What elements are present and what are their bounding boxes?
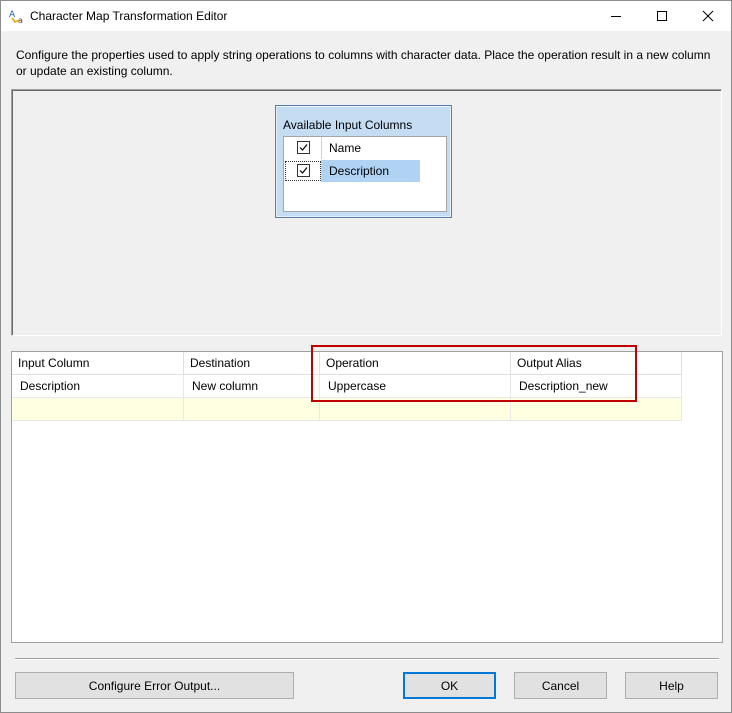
minimize-icon: [611, 16, 621, 17]
configure-error-output-button[interactable]: Configure Error Output...: [15, 672, 294, 699]
column-item-label: Name: [329, 141, 362, 155]
minimize-button[interactable]: [593, 1, 639, 31]
column-checkbox-name[interactable]: [297, 141, 310, 154]
cell-output-alias[interactable]: Description_new: [511, 375, 682, 398]
header-destination[interactable]: Destination: [184, 352, 320, 375]
new-cell-destination[interactable]: [184, 398, 320, 421]
new-cell-operation[interactable]: [320, 398, 511, 421]
available-columns-list: Name Description: [283, 136, 447, 212]
available-input-columns-box: Available Input Columns Name Description: [275, 105, 452, 218]
close-icon: [702, 10, 714, 22]
checkmark-icon: [299, 167, 308, 174]
column-designer-panel: Available Input Columns Name Description: [11, 89, 722, 336]
window-title: Character Map Transformation Editor: [30, 9, 228, 23]
checkbox-cell: [284, 137, 322, 159]
cell-input-column[interactable]: Description: [12, 375, 184, 398]
maximize-button[interactable]: [639, 1, 685, 31]
header-input-column[interactable]: Input Column: [12, 352, 184, 375]
help-button[interactable]: Help: [625, 672, 718, 699]
editor-description: Configure the properties used to apply s…: [16, 48, 711, 78]
checkbox-cell: [284, 160, 322, 182]
new-cell-input-column[interactable]: [12, 398, 184, 421]
cancel-button[interactable]: Cancel: [514, 672, 607, 699]
ok-button[interactable]: OK: [403, 672, 496, 699]
column-item-label: Description: [329, 164, 390, 178]
header-output-alias[interactable]: Output Alias: [511, 352, 682, 375]
available-columns-title: Available Input Columns: [283, 118, 413, 132]
operations-grid: Input Column Destination Operation Outpu…: [11, 351, 723, 643]
cell-destination[interactable]: New column: [184, 375, 320, 398]
new-cell-output-alias[interactable]: [511, 398, 682, 421]
maximize-icon: [657, 11, 667, 21]
column-item-name[interactable]: Name: [284, 137, 420, 159]
close-button[interactable]: [685, 1, 731, 31]
editor-window: A a Character Map Transformation Editor …: [0, 0, 732, 713]
grid-header: Input Column Destination Operation Outpu…: [12, 352, 682, 375]
column-item-description[interactable]: Description: [284, 160, 420, 182]
cell-operation[interactable]: Uppercase: [320, 375, 511, 398]
title-bar[interactable]: A a Character Map Transformation Editor: [1, 1, 731, 31]
column-checkbox-description[interactable]: [297, 164, 310, 177]
footer-divider: [15, 658, 719, 660]
character-map-icon: A a: [9, 10, 23, 24]
checkmark-icon: [299, 144, 308, 151]
header-operation[interactable]: Operation: [320, 352, 511, 375]
